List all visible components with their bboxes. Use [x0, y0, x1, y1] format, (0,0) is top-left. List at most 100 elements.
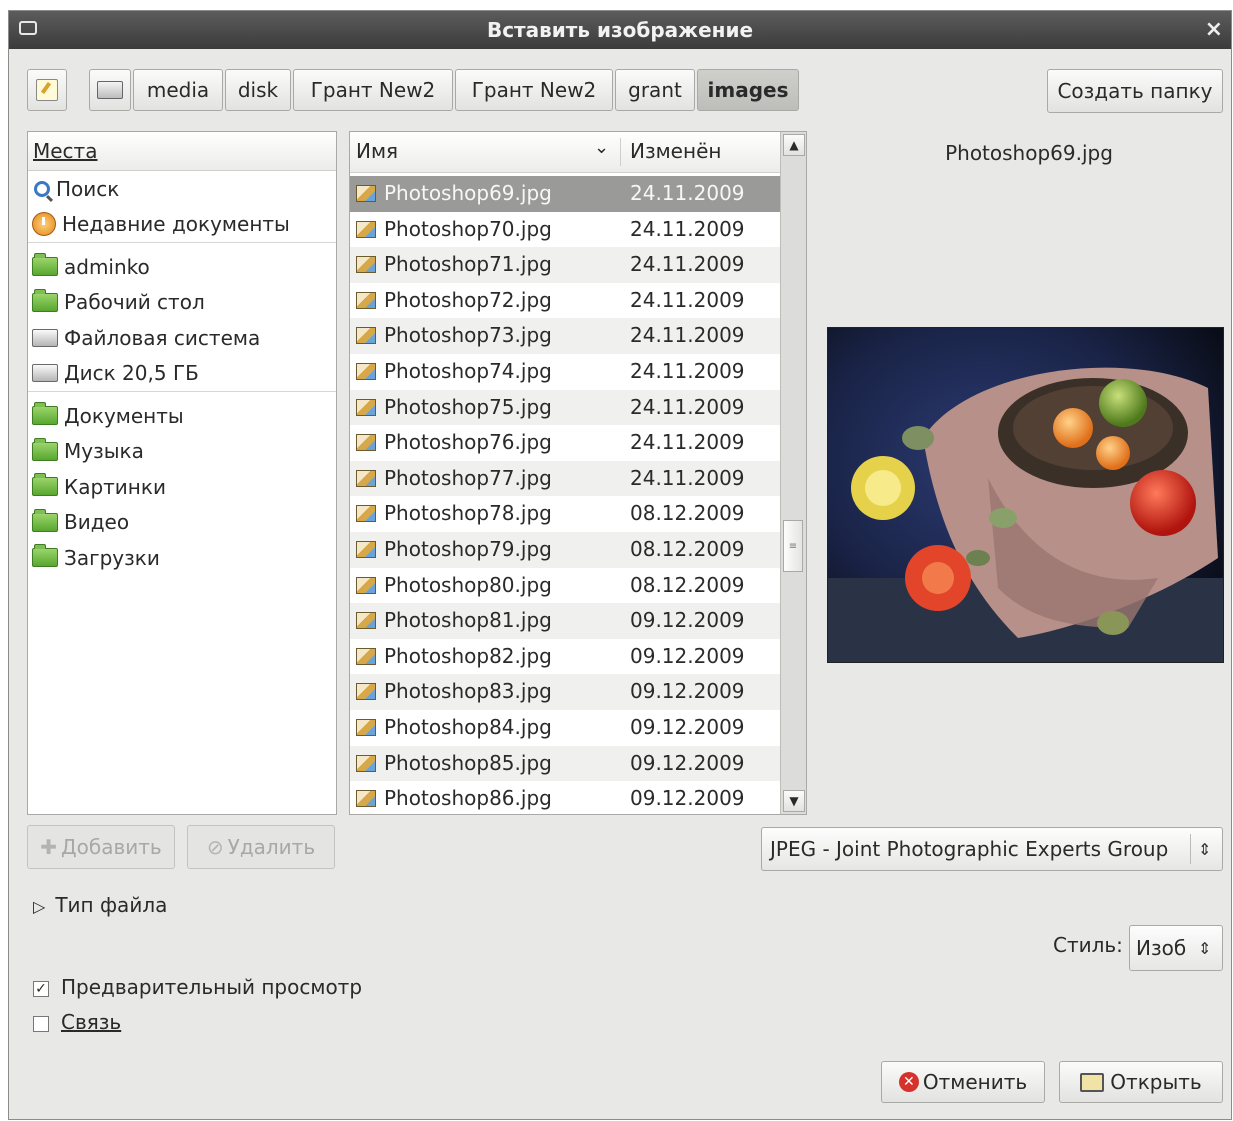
cancel-button[interactable]: ✕ Отменить — [881, 1061, 1045, 1103]
path-segment-images[interactable]: images — [697, 69, 799, 111]
place-search[interactable]: Поиск — [28, 171, 336, 207]
place-music[interactable]: Музыка — [28, 434, 336, 470]
file-list-scrollbar[interactable]: ▲ ≡ ▼ — [780, 132, 806, 814]
path-segment-disk[interactable]: disk — [225, 69, 291, 111]
folder-icon — [32, 544, 58, 568]
place-pictures[interactable]: Картинки — [28, 469, 336, 505]
place-documents[interactable]: Документы — [28, 398, 336, 434]
file-row[interactable]: Photoshop72.jpg 24.11.2009 — [350, 283, 780, 319]
file-row[interactable]: Photoshop70.jpg 24.11.2009 — [350, 212, 780, 248]
column-name[interactable]: Имя — [356, 139, 398, 163]
file-name: Photoshop85.jpg — [384, 750, 552, 775]
file-list-header: Имя ⌄ Изменён — [350, 132, 780, 173]
file-date: 09.12.2009 — [630, 679, 745, 704]
file-date: 24.11.2009 — [630, 465, 745, 490]
expander-triangle-icon: ▷ — [33, 897, 46, 916]
file-row[interactable]: Photoshop84.jpg 09.12.2009 — [350, 710, 780, 746]
file-filter-select[interactable]: JPEG - Joint Photographic Experts Group … — [761, 827, 1223, 871]
file-name: Photoshop83.jpg — [384, 679, 552, 704]
file-name: Photoshop86.jpg — [384, 786, 552, 811]
scroll-up-icon[interactable]: ▲ — [783, 134, 805, 156]
folder-icon — [32, 288, 58, 312]
style-select[interactable]: Изоб ⇕ — [1129, 925, 1223, 971]
file-row[interactable]: Photoshop80.jpg 08.12.2009 — [350, 568, 780, 604]
file-row[interactable]: Photoshop79.jpg 08.12.2009 — [350, 531, 780, 568]
file-row[interactable]: Photoshop75.jpg 24.11.2009 — [350, 389, 780, 426]
place-adminko[interactable]: adminko — [28, 249, 336, 285]
file-date: 24.11.2009 — [630, 252, 745, 277]
place-downloads[interactable]: Загрузки — [28, 540, 336, 576]
open-button[interactable]: Открыть — [1059, 1061, 1223, 1103]
open-label: Открыть — [1110, 1070, 1202, 1094]
places-panel: Места Поиск Недавние документы adminko Р… — [27, 131, 337, 815]
file-date: 09.12.2009 — [630, 608, 745, 633]
filetype-expander[interactable]: ▷ Тип файла — [33, 893, 167, 917]
place-label: Видео — [64, 510, 130, 535]
file-row[interactable]: Photoshop78.jpg 08.12.2009 — [350, 496, 780, 532]
remove-bookmark-button[interactable]: ⊘ Удалить — [187, 825, 335, 869]
place-filesystem[interactable]: Файловая система — [28, 320, 336, 356]
column-modified[interactable]: Изменён — [630, 139, 721, 163]
file-date: 24.11.2009 — [630, 216, 745, 241]
scroll-down-icon[interactable]: ▼ — [783, 790, 805, 812]
path-root-button[interactable] — [89, 69, 131, 111]
preview-checkbox[interactable]: ✓ — [33, 981, 49, 997]
place-disk[interactable]: Диск 20,5 ГБ — [28, 356, 336, 392]
file-date: 24.11.2009 — [630, 181, 745, 205]
image-file-icon — [356, 612, 376, 630]
path-segment-grant[interactable]: grant — [615, 69, 695, 111]
file-row[interactable]: Photoshop85.jpg 09.12.2009 — [350, 745, 780, 782]
file-date: 24.11.2009 — [630, 394, 745, 419]
remove-icon: ⊘ — [206, 835, 224, 859]
file-row[interactable]: Photoshop76.jpg 24.11.2009 — [350, 425, 780, 461]
path-segment-label: disk — [237, 78, 279, 102]
titlebar[interactable]: Вставить изображение × — [9, 11, 1231, 49]
column-divider — [620, 138, 621, 166]
image-file-icon — [356, 469, 376, 487]
type-location-button[interactable] — [27, 69, 67, 111]
file-name: Photoshop80.jpg — [384, 572, 552, 597]
file-row[interactable]: Photoshop86.jpg 09.12.2009 — [350, 781, 780, 814]
select-divider — [1190, 834, 1191, 864]
image-file-icon — [356, 790, 376, 808]
create-folder-button[interactable]: Создать папку — [1047, 69, 1223, 113]
path-segment-grant-new2-a[interactable]: Грант New2 — [293, 69, 453, 111]
image-file-icon — [356, 576, 376, 594]
drive-icon — [32, 328, 58, 347]
image-file-icon — [356, 362, 376, 380]
file-row[interactable]: Photoshop71.jpg 24.11.2009 — [350, 247, 780, 283]
places-separator — [28, 242, 336, 249]
file-name: Photoshop82.jpg — [384, 643, 552, 668]
place-desktop[interactable]: Рабочий стол — [28, 285, 336, 321]
file-row[interactable]: Photoshop82.jpg 09.12.2009 — [350, 639, 780, 675]
sort-chevron-icon[interactable]: ⌄ — [594, 137, 609, 158]
file-name: Photoshop74.jpg — [384, 358, 552, 383]
window-menu-icon[interactable] — [19, 21, 37, 35]
file-row[interactable]: Photoshop81.jpg 09.12.2009 — [350, 603, 780, 639]
place-videos[interactable]: Видео — [28, 505, 336, 541]
places-header[interactable]: Места — [28, 132, 336, 171]
style-value: Изоб — [1136, 936, 1187, 960]
cancel-icon: ✕ — [898, 1072, 919, 1092]
place-label: Музыка — [64, 439, 144, 464]
file-name: Photoshop70.jpg — [384, 216, 552, 241]
path-segment-grant-new2-b[interactable]: Грант New2 — [455, 69, 613, 111]
image-file-icon — [356, 754, 376, 772]
link-checkbox-label[interactable]: Связь — [61, 1010, 121, 1034]
add-bookmark-button[interactable]: ✚ Добавить — [27, 825, 175, 869]
places-separator — [28, 391, 336, 398]
scroll-thumb[interactable]: ≡ — [783, 520, 803, 572]
path-segment-label: Грант New2 — [310, 78, 436, 102]
path-segment-media[interactable]: media — [133, 69, 223, 111]
preview-checkbox-label[interactable]: Предварительный просмотр — [61, 975, 362, 999]
place-recent[interactable]: Недавние документы — [28, 207, 336, 243]
file-row[interactable]: Photoshop83.jpg 09.12.2009 — [350, 674, 780, 710]
file-date: 08.12.2009 — [630, 572, 745, 597]
file-row[interactable]: Photoshop69.jpg 24.11.2009 — [350, 176, 780, 212]
file-row[interactable]: Photoshop77.jpg 24.11.2009 — [350, 460, 780, 497]
file-row[interactable]: Photoshop74.jpg 24.11.2009 — [350, 354, 780, 390]
still-life-preview-image — [828, 328, 1223, 662]
file-row[interactable]: Photoshop73.jpg 24.11.2009 — [350, 318, 780, 354]
link-checkbox[interactable] — [33, 1016, 49, 1032]
close-icon[interactable]: × — [1205, 17, 1223, 42]
